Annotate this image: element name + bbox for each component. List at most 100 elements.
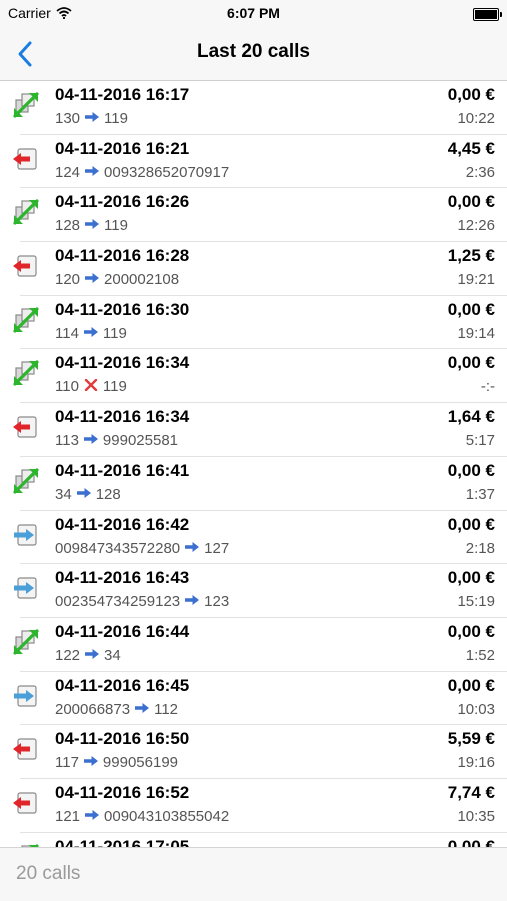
call-row[interactable]: 04-11-2016 16:21 124 009328652070917 4,45 €…	[0, 135, 507, 189]
call-row[interactable]: 04-11-2016 16:44 122 34 0,00 € 1:52	[0, 618, 507, 672]
call-route: 110 119	[55, 378, 127, 395]
call-to: 112	[154, 700, 179, 718]
route-arrow-icon	[83, 325, 99, 342]
call-cost: 0,00 €	[447, 85, 495, 104]
call-route: 117 999056199	[55, 754, 178, 771]
call-datetime: 04-11-2016 16:43	[55, 568, 190, 588]
call-row[interactable]: 04-11-2016 16:50 117 999056199 5,59 € 19:16	[0, 725, 507, 779]
call-from: 002354734259123	[55, 593, 181, 611]
call-datetime: 04-11-2016 16:30	[55, 299, 190, 319]
route-arrow-icon	[84, 271, 100, 288]
call-to: 127	[204, 539, 230, 557]
incoming-call-icon	[10, 519, 42, 551]
call-from: 110	[55, 378, 79, 396]
call-datetime: 04-11-2016 16:50	[55, 729, 190, 749]
call-duration: 1:52	[465, 646, 495, 664]
call-cost: 1,64 €	[447, 407, 495, 427]
call-route: 34 128	[55, 486, 121, 503]
call-datetime: 04-11-2016 16:34	[55, 353, 190, 373]
call-duration: 10:35	[457, 807, 495, 825]
incoming-call-icon	[10, 572, 42, 604]
internal-call-icon	[10, 465, 42, 497]
call-datetime: 04-11-2016 16:44	[55, 621, 190, 641]
call-cost: 0,00 €	[447, 568, 495, 588]
call-cost: 1,25 €	[447, 246, 495, 266]
call-row[interactable]: 04-11-2016 16:26 128 119 0,00 € 12:26	[0, 188, 507, 242]
internal-call-icon	[10, 626, 42, 658]
call-datetime: 04-11-2016 16:34	[55, 407, 190, 427]
call-to: 123	[204, 593, 230, 611]
call-row[interactable]: 04-11-2016 16:45 200066873 112 0,00 € 10:03	[0, 672, 507, 726]
call-duration: -:-	[480, 378, 495, 396]
navigation-bar: Last 20 calls	[0, 28, 507, 81]
call-cost: 0,00 €	[447, 621, 495, 641]
call-datetime: 04-11-2016 16:45	[55, 675, 190, 695]
call-from: 121	[55, 807, 81, 825]
call-datetime: 04-11-2016 17:05	[55, 836, 190, 847]
call-from: 120	[55, 271, 81, 289]
call-cost: 4,45 €	[447, 138, 495, 158]
call-row[interactable]: 04-11-2016 16:28 120 200002108 1,25 € 19:21	[0, 242, 507, 296]
call-to: 119	[104, 217, 128, 235]
calls-list: 04-11-2016 16:17 130 119 0,00 €10:22 04-11-2…	[0, 81, 507, 847]
footer-toolbar: 20 calls	[0, 847, 507, 901]
route-arrow-icon	[84, 808, 100, 825]
route-arrow-icon	[84, 647, 100, 664]
call-row[interactable]: 04-11-2016 17:05 0,00 €	[0, 833, 507, 847]
call-route: 120 200002108	[55, 271, 179, 288]
route-arrow-icon	[134, 701, 150, 718]
call-duration: 19:16	[457, 754, 495, 772]
call-cost: 0,00 €	[447, 192, 495, 212]
battery-icon	[473, 8, 502, 21]
call-datetime: 04-11-2016 16:41	[55, 460, 190, 480]
failed-call-icon	[83, 378, 99, 395]
call-from: 117	[55, 754, 79, 772]
internal-call-icon	[10, 89, 42, 121]
route-arrow-icon	[184, 540, 200, 557]
call-cost: 0,00 €	[447, 514, 495, 534]
call-cost: 0,00 €	[447, 353, 495, 373]
call-route: 114 119	[55, 325, 127, 342]
call-cost: 0,00 €	[447, 836, 495, 847]
call-to: 999025581	[102, 432, 179, 450]
call-row[interactable]: 04-11-2016 16:17 130 119 0,00 € 10:22	[0, 81, 507, 135]
call-row[interactable]: 04-11-2016 16:52 121 009043103855042 7,74 €…	[0, 779, 507, 833]
call-from: 130	[55, 110, 81, 127]
call-row[interactable]: 04-11-2016 16:34 110 119 0,00 € -:-	[0, 349, 507, 403]
call-datetime: 04-11-2016 16:42	[55, 514, 190, 534]
call-from: 113	[55, 432, 79, 450]
call-route: 009847343572280 127	[55, 540, 229, 557]
route-arrow-icon	[84, 217, 100, 234]
call-route: 122 34	[55, 647, 121, 664]
call-cost: 7,74 €	[447, 782, 495, 802]
call-duration: 1:37	[465, 485, 495, 503]
call-duration: 15:19	[457, 593, 495, 611]
call-row[interactable]: 04-11-2016 16:42 009847343572280 127 0,00 €…	[0, 511, 507, 565]
call-from: 128	[55, 217, 81, 235]
route-arrow-icon	[83, 754, 99, 771]
outgoing-call-icon	[10, 411, 42, 443]
call-route: 130 119	[55, 110, 128, 127]
call-duration: 19:21	[457, 271, 495, 289]
call-row[interactable]: 04-11-2016 16:34 113 999025581 1,64 € 5:17	[0, 403, 507, 457]
call-to: 119	[102, 378, 127, 396]
call-row[interactable]: 04-11-2016 16:43 002354734259123 123 0,00 €…	[0, 564, 507, 618]
call-row[interactable]: 04-11-2016 16:41 34 128 0,00 € 1:37	[0, 457, 507, 511]
call-route: 121 009043103855042	[55, 808, 229, 825]
call-cost: 0,00 €	[447, 675, 495, 695]
outgoing-call-icon	[10, 250, 42, 282]
call-cost: 0,00 €	[447, 460, 495, 480]
internal-call-icon	[10, 357, 42, 389]
call-row[interactable]: 04-11-2016 16:30 114 119 0,00 € 19:14	[0, 296, 507, 350]
call-duration: 12:26	[457, 217, 495, 235]
call-route: 128 119	[55, 217, 128, 234]
outgoing-call-icon	[10, 787, 42, 819]
call-duration: 2:18	[465, 539, 495, 557]
call-duration: 10:22	[457, 110, 495, 127]
route-arrow-icon	[84, 164, 100, 181]
call-from: 114	[55, 324, 79, 342]
call-route: 124 009328652070917	[55, 164, 229, 181]
call-from: 34	[55, 485, 72, 503]
call-duration: 5:17	[465, 432, 495, 450]
call-datetime: 04-11-2016 16:17	[55, 85, 190, 104]
